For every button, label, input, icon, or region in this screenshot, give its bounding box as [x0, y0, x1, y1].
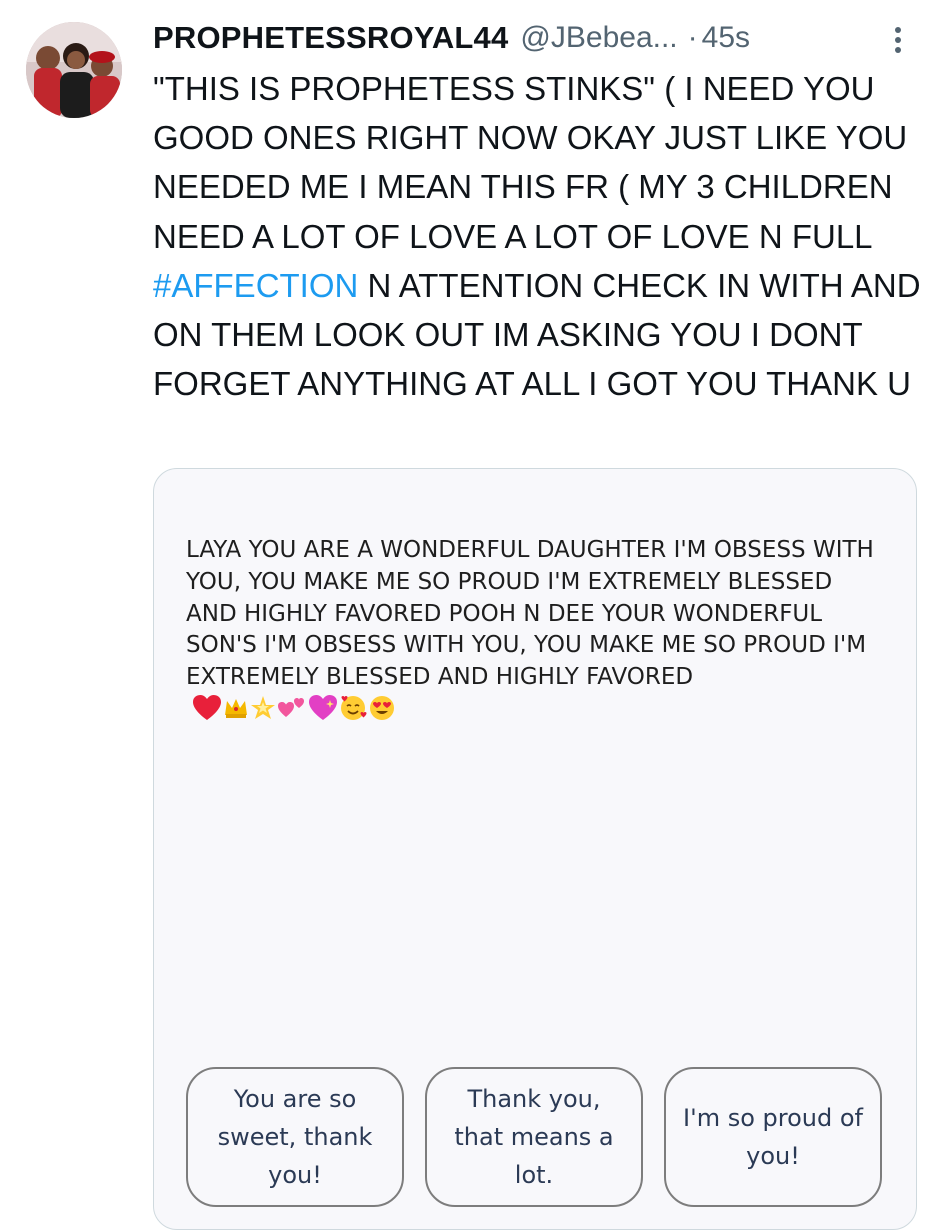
- sparkling-heart-emoji: [309, 694, 337, 720]
- glowing-star-emoji: [251, 695, 275, 719]
- user-handle[interactable]: @JBebea...: [520, 21, 677, 55]
- tweet-header: PROPHETESSROYAL44 @JBebea... · 45s: [153, 16, 933, 60]
- crown-emoji: [225, 698, 247, 718]
- smart-reply-button[interactable]: I'm so proud of you!: [664, 1067, 882, 1207]
- message-body: LAYA YOU ARE A WONDERFUL DAUGHTER I'M OB…: [186, 537, 874, 691]
- heart-eyes-emoji: [370, 695, 394, 720]
- more-options-button[interactable]: [880, 20, 916, 60]
- tweet-text: "THIS IS PROPHETESS STINKS" ( I NEED YOU…: [153, 64, 928, 408]
- separator-dot: ·: [687, 21, 698, 54]
- more-vertical-icon: [895, 27, 901, 53]
- message-text: LAYA YOU ARE A WONDERFUL DAUGHTER I'M OB…: [186, 535, 886, 728]
- two-hearts-emoji: [278, 697, 304, 717]
- avatar[interactable]: [26, 22, 122, 118]
- red-heart-emoji: [193, 694, 221, 720]
- smiling-face-with-hearts-emoji: [341, 695, 367, 720]
- smart-reply-button[interactable]: You are so sweet, thank you!: [186, 1067, 404, 1207]
- hashtag-link[interactable]: #AFFECTION: [153, 267, 358, 304]
- tweet-text-part: "THIS IS PROPHETESS STINKS" ( I NEED YOU…: [153, 70, 908, 255]
- timestamp[interactable]: 45s: [702, 21, 750, 55]
- display-name[interactable]: PROPHETESSROYAL44: [153, 20, 508, 56]
- attached-image[interactable]: LAYA YOU ARE A WONDERFUL DAUGHTER I'M OB…: [153, 468, 917, 1230]
- emoji-row: [192, 694, 397, 722]
- smart-reply-button[interactable]: Thank you, that means a lot.: [425, 1067, 643, 1207]
